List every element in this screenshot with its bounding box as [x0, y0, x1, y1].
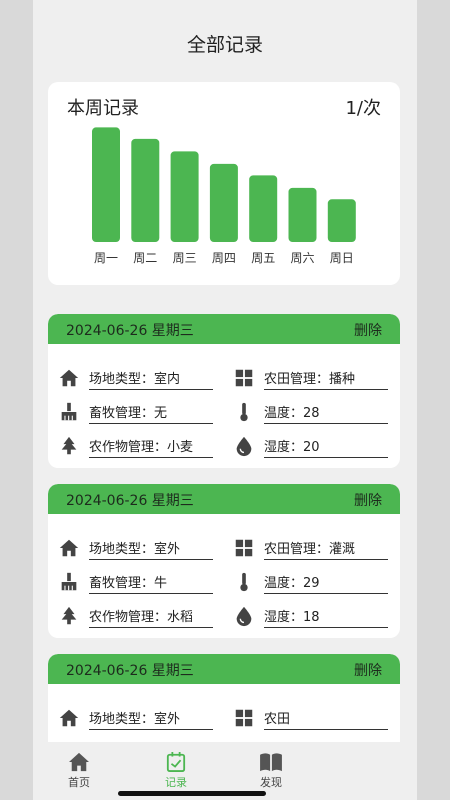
chart-tick-label: 周五: [251, 251, 275, 265]
chart-tick-label: 周一: [94, 251, 118, 265]
tab-discover[interactable]: 发现: [241, 752, 301, 790]
farm-management-value: 农田: [264, 708, 388, 730]
water-drop-icon: [236, 606, 252, 627]
grid-icon: [235, 539, 253, 557]
home-icon: [69, 752, 89, 772]
tab-home[interactable]: 首页: [49, 752, 109, 790]
chart-tick-label: 周四: [212, 251, 236, 265]
chart-bar-周二: [131, 138, 160, 242]
home-icon: [59, 369, 79, 387]
thermometer-icon: [240, 572, 248, 592]
record-date: 2024-06-26 星期三: [66, 663, 194, 679]
record-header: 2024-06-26 星期三 删除: [48, 484, 400, 514]
record-card: 2024-06-26 星期三 删除 场地类型：室内 农田管理：播种 畜牧管理：无…: [48, 314, 400, 468]
tab-records-label: 记录: [165, 776, 187, 789]
chart-bar-周四: [209, 163, 238, 242]
home-indicator: [118, 791, 266, 796]
chart-bar-周五: [249, 175, 278, 242]
temperature-value: 温度：28: [264, 402, 388, 424]
record-header: 2024-06-26 星期三 删除: [48, 654, 400, 684]
water-drop-icon: [236, 436, 252, 457]
chart-tick-label: 周日: [330, 251, 354, 265]
weekly-bar-chart: 周一 周二 周三 周四 周五 周六 周日: [92, 127, 356, 265]
humidity-value: 湿度：18: [264, 606, 388, 628]
chart-tick-label: 周三: [173, 251, 197, 265]
crop-value: 农作物管理：小麦: [89, 436, 213, 458]
chart-tick-label: 周六: [290, 251, 314, 265]
delete-button[interactable]: 删除: [354, 490, 382, 510]
record-date: 2024-06-26 星期三: [66, 323, 194, 339]
delete-button[interactable]: 删除: [354, 660, 382, 680]
tree-icon: [61, 606, 77, 625]
home-icon: [59, 539, 79, 557]
grid-icon: [235, 369, 253, 387]
crop-value: 农作物管理：水稻: [89, 606, 213, 628]
book-icon: [260, 753, 282, 772]
site-type-value: 场地类型：室外: [89, 708, 213, 730]
record-header: 2024-06-26 星期三 删除: [48, 314, 400, 344]
grid-icon: [235, 709, 253, 727]
humidity-value: 湿度：20: [264, 436, 388, 458]
temperature-value: 温度：29: [264, 572, 388, 594]
tab-home-label: 首页: [68, 776, 90, 789]
livestock-value: 畜牧管理：牛: [89, 572, 213, 594]
broom-icon: [61, 572, 77, 591]
livestock-value: 畜牧管理：无: [89, 402, 213, 424]
chart-bar-周日: [327, 199, 356, 242]
chart-tick-label: 周二: [133, 251, 157, 265]
calendar-check-icon: [166, 752, 186, 772]
site-type-value: 场地类型：室内: [89, 368, 213, 390]
tree-icon: [61, 436, 77, 455]
app-screen: 全部记录 本周记录 1/次 周一 周二 周三 周四 周五 周六 周日 2024-06-26 …: [33, 0, 417, 800]
home-icon: [59, 709, 79, 727]
chart-bar-周三: [170, 151, 199, 242]
chart-bar-周六: [288, 187, 317, 242]
farm-management-value: 农田管理：播种: [264, 368, 388, 390]
weekly-records-card: 本周记录 1/次 周一 周二 周三 周四 周五 周六 周日: [48, 82, 400, 285]
tab-records[interactable]: 记录: [146, 752, 206, 790]
tab-discover-label: 发现: [260, 776, 282, 789]
record-card: 2024-06-26 星期三 删除 场地类型：室外 农田管理：灌溉 畜牧管理：牛…: [48, 484, 400, 638]
site-type-value: 场地类型：室外: [89, 538, 213, 560]
record-date: 2024-06-26 星期三: [66, 493, 194, 509]
page-title: 全部记录: [186, 34, 263, 56]
broom-icon: [61, 402, 77, 421]
chart-bar-周一: [92, 127, 120, 242]
farm-management-value: 农田管理：灌溉: [264, 538, 388, 560]
thermometer-icon: [240, 402, 248, 422]
delete-button[interactable]: 删除: [354, 320, 382, 340]
